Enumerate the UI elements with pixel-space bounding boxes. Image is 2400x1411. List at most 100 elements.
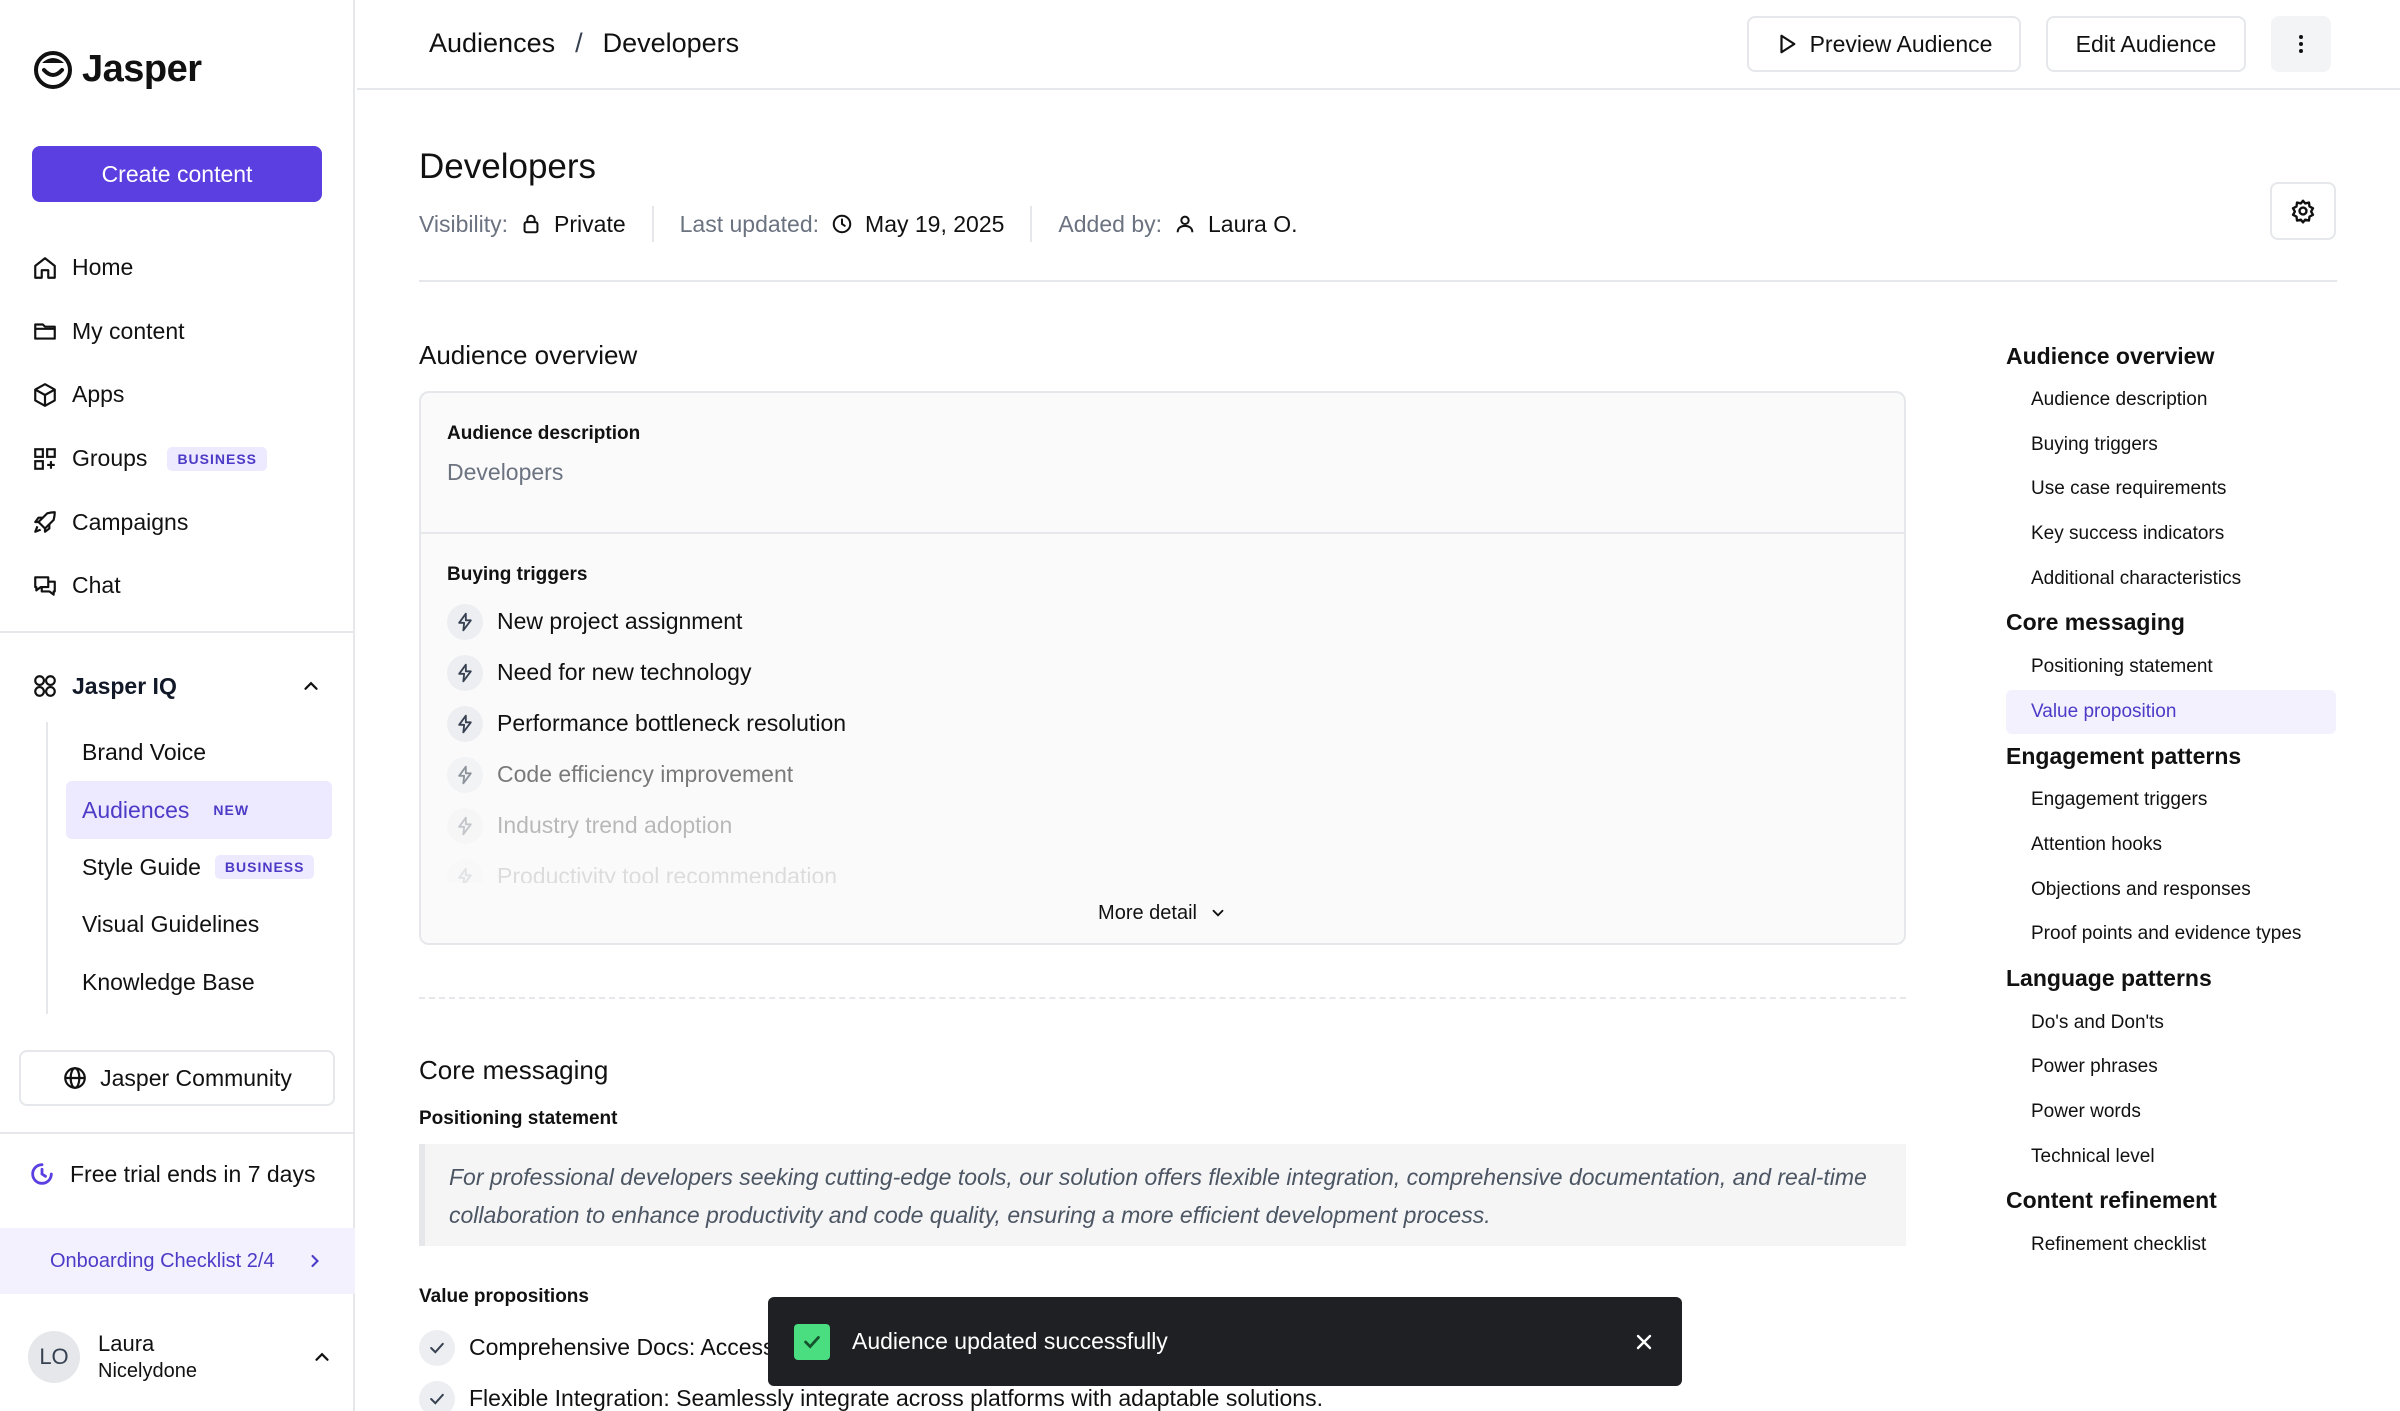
home-icon — [34, 256, 56, 279]
logo-text: Jasper — [82, 48, 202, 90]
toc-item-engagement-triggers[interactable]: Engagement triggers — [2006, 778, 2336, 823]
toc-item-power-words[interactable]: Power words — [2006, 1090, 2336, 1135]
positioning-statement: For professional developers seeking cutt… — [419, 1144, 1906, 1246]
sidebar-divider — [0, 631, 355, 633]
toc-item-buying-triggers[interactable]: Buying triggers — [2006, 423, 2336, 468]
toc-item-value-proposition[interactable]: Value proposition — [2006, 689, 2336, 735]
bolt-icon — [447, 807, 483, 844]
toc-item-audience-description[interactable]: Audience description — [2006, 378, 2336, 423]
list-item: Code efficiency improvement — [447, 749, 1878, 800]
nav-item-campaigns[interactable]: Campaigns — [32, 490, 332, 554]
business-badge: BUSINESS — [214, 855, 315, 880]
toc-heading-language-patterns[interactable]: Language patterns — [2006, 957, 2336, 1001]
trial-label: Free trial ends in 7 days — [70, 1160, 316, 1187]
sidebar: Jasper Create content Home My content Ap… — [0, 0, 355, 1411]
trial-notice[interactable]: Free trial ends in 7 days — [28, 1160, 315, 1188]
business-badge: BUSINESS — [167, 446, 268, 471]
bolt-icon — [447, 705, 483, 742]
trial-clock-icon — [31, 1163, 53, 1185]
avatar: LO — [28, 1331, 80, 1383]
description-label: Audience description — [447, 423, 641, 444]
trigger-text: Need for new technology — [497, 659, 752, 685]
new-badge: NEW — [203, 798, 260, 823]
trigger-text: Performance bottleneck resolution — [497, 710, 847, 736]
toc-item-attention-hooks[interactable]: Attention hooks — [2006, 823, 2336, 868]
toc-item-dos-and-donts[interactable]: Do's and Don'ts — [2006, 1001, 2336, 1046]
audience-meta: Visibility: Private Last updated: May 19… — [419, 206, 1350, 242]
close-icon[interactable] — [1632, 1330, 1656, 1354]
jasper-logo-icon — [34, 50, 72, 89]
page-title: Developers — [419, 147, 597, 186]
toc-item-refinement-checklist[interactable]: Refinement checklist — [2006, 1223, 2336, 1268]
user-menu[interactable]: LO Laura Nicelydone — [28, 1322, 333, 1392]
vp-text: Flexible Integration: Seamlessly integra… — [469, 1385, 1323, 1411]
jasper-community-button[interactable]: Jasper Community — [19, 1050, 335, 1106]
chevron-down-icon — [1212, 909, 1224, 917]
iq-item-visual-guidelines[interactable]: Visual Guidelines — [66, 896, 332, 953]
nav-item-chat[interactable]: Chat — [32, 554, 332, 618]
topbar: Audiences / Developers Preview Audience … — [357, 0, 2400, 90]
bolt-icon — [447, 654, 483, 691]
grid-icon — [34, 447, 56, 470]
toc-heading-core-messaging[interactable]: Core messaging — [2006, 601, 2336, 645]
nav-item-label: Chat — [72, 572, 121, 599]
success-toast: Audience updated successfully — [768, 1297, 1682, 1386]
bolt-icon — [447, 603, 483, 640]
toc-item-positioning-statement[interactable]: Positioning statement — [2006, 645, 2336, 690]
play-icon — [1779, 34, 1796, 54]
core-messaging-heading: Core messaging — [419, 1055, 609, 1085]
visibility-value: Private — [554, 210, 626, 237]
description-value: Developers — [447, 459, 564, 485]
more-options-button[interactable] — [2271, 16, 2331, 72]
user-icon — [1176, 215, 1194, 233]
toc-item-additional-characteristics[interactable]: Additional characteristics — [2006, 556, 2336, 601]
trigger-text: New project assignment — [497, 608, 743, 634]
toc-item-technical-level[interactable]: Technical level — [2006, 1134, 2336, 1179]
toc-item-use-case-requirements[interactable]: Use case requirements — [2006, 467, 2336, 512]
breadcrumb-audiences[interactable]: Audiences — [429, 28, 555, 59]
chevron-right-icon — [311, 1254, 319, 1268]
toc-item-power-phrases[interactable]: Power phrases — [2006, 1045, 2336, 1090]
iq-item-audiences[interactable]: Audiences NEW — [66, 781, 332, 839]
nav-item-home[interactable]: Home — [32, 236, 332, 300]
preview-audience-button[interactable]: Preview Audience — [1747, 16, 2021, 72]
gear-icon — [2291, 199, 2315, 224]
nav-item-label: My content — [72, 317, 185, 344]
onboarding-checklist[interactable]: Onboarding Checklist 2/4 — [0, 1228, 355, 1294]
nav-item-groups[interactable]: Groups BUSINESS — [32, 427, 332, 491]
nav-item-label: Apps — [72, 381, 125, 408]
iq-item-knowledge-base[interactable]: Knowledge Base — [66, 954, 332, 1011]
chevron-up-icon — [315, 1352, 329, 1361]
toc-heading-engagement-patterns[interactable]: Engagement patterns — [2006, 734, 2336, 778]
triggers-label: Buying triggers — [447, 564, 588, 585]
check-icon — [794, 1323, 830, 1360]
toc-heading-audience-overview[interactable]: Audience overview — [2006, 334, 2336, 378]
jasper-iq-icon — [34, 675, 56, 697]
user-name: Laura — [98, 1330, 155, 1356]
toc-item-proof-points[interactable]: Proof points and evidence types — [2006, 912, 2336, 957]
settings-button[interactable] — [2270, 182, 2336, 240]
edit-audience-button[interactable]: Edit Audience — [2046, 16, 2246, 72]
toc-item-objections-and-responses[interactable]: Objections and responses — [2006, 867, 2336, 912]
updated-value: May 19, 2025 — [865, 210, 1005, 237]
list-item: Need for new technology — [447, 647, 1878, 698]
more-detail-button[interactable]: More detail — [421, 883, 1904, 943]
section-divider — [419, 997, 1906, 999]
toc-heading-content-refinement[interactable]: Content refinement — [2006, 1179, 2336, 1223]
updated-label: Last updated: — [679, 210, 820, 237]
toc-item-key-success-indicators[interactable]: Key success indicators — [2006, 512, 2336, 557]
breadcrumb-separator: / — [575, 28, 583, 58]
more-detail-label: More detail — [1098, 901, 1197, 924]
create-content-button[interactable]: Create content — [32, 146, 322, 202]
iq-item-style-guide[interactable]: Style Guide BUSINESS — [66, 839, 332, 896]
iq-item-brand-voice[interactable]: Brand Voice — [66, 724, 332, 781]
audience-description: Audience description Developers — [421, 393, 1904, 534]
table-of-contents: Audience overview Audience description B… — [2006, 334, 2336, 1268]
nav-item-apps[interactable]: Apps — [32, 363, 332, 427]
nav-item-my-content[interactable]: My content — [32, 300, 332, 364]
jasper-iq-toggle[interactable]: Jasper IQ — [32, 666, 322, 706]
nav-item-label: Groups — [72, 445, 148, 472]
jasper-iq-list: Brand Voice Audiences NEW Style Guide BUSI… — [66, 724, 332, 1011]
logo[interactable]: Jasper — [32, 48, 202, 91]
toast-message: Audience updated successfully — [852, 1328, 1168, 1354]
